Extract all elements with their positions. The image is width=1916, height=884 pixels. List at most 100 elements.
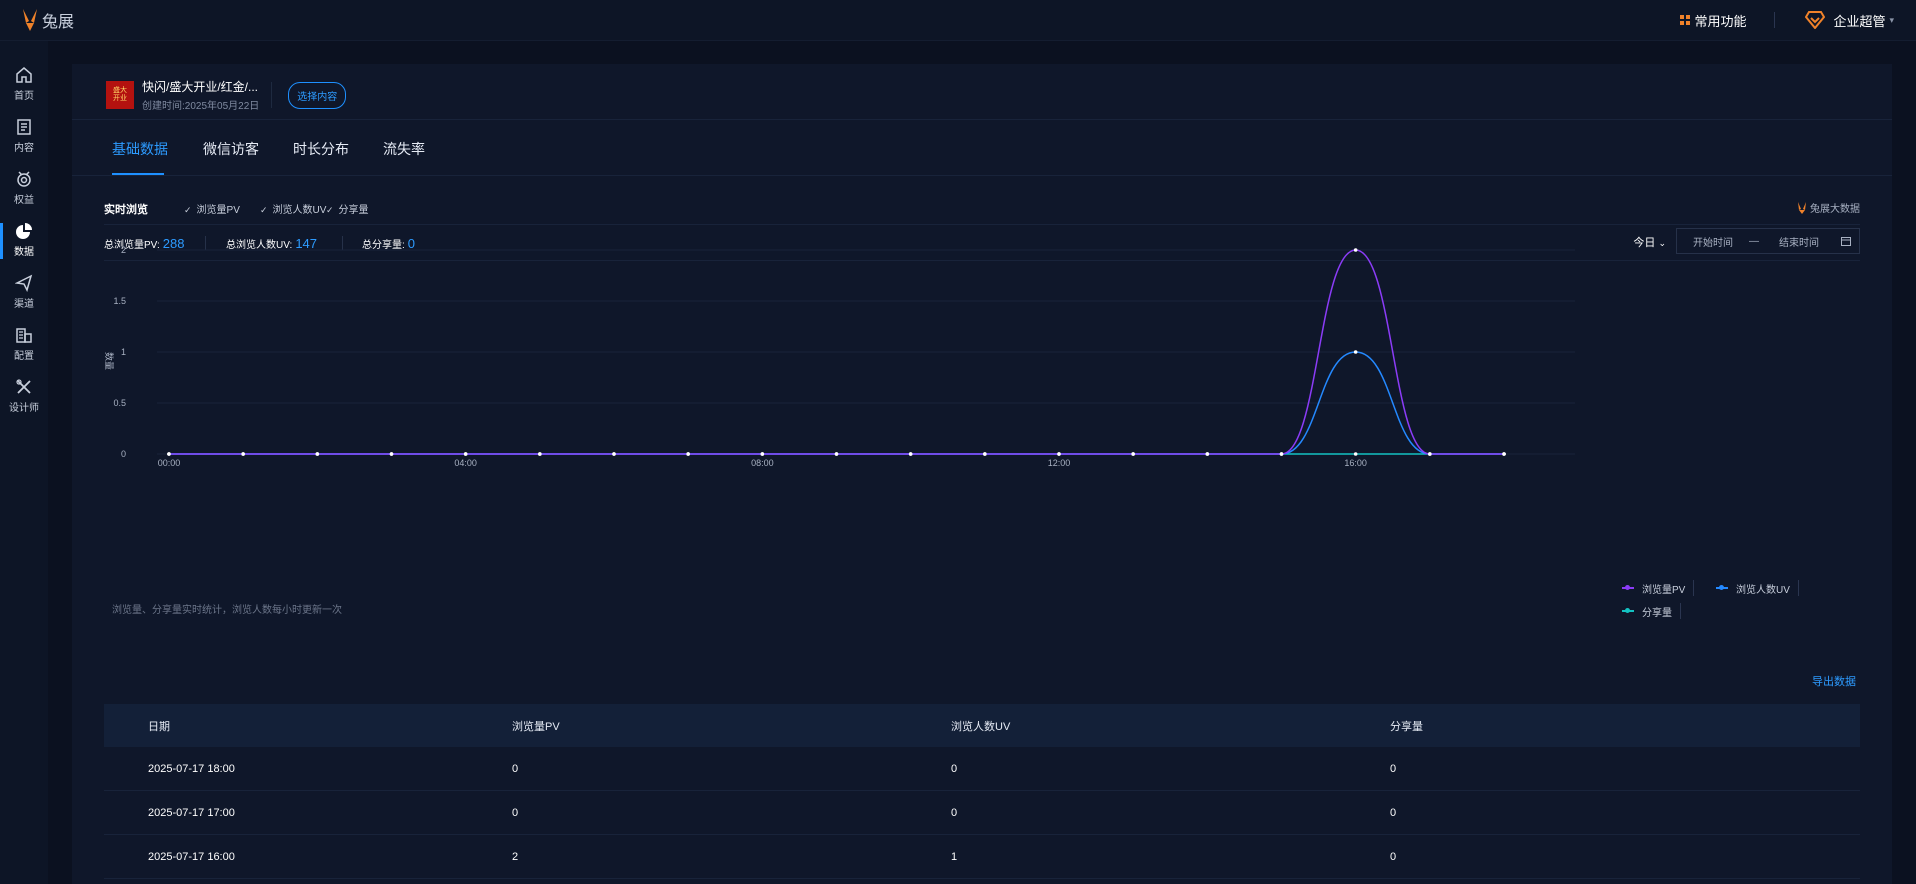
data-point: [241, 452, 245, 456]
table-row: 2025-07-17 17:00 0 0 0: [104, 791, 1860, 835]
data-point: [538, 452, 542, 456]
table-cell: 0: [951, 762, 958, 775]
column-header: 分享量: [1390, 720, 1423, 733]
data-point: [1353, 452, 1358, 456]
y-tick-label: 0: [121, 449, 126, 459]
legend-label: 浏览人数UV: [1736, 584, 1790, 596]
y-tick-label: 1.5: [113, 296, 126, 306]
data-point: [760, 452, 765, 456]
sidebar-item-label: 设计师: [9, 403, 39, 414]
sidebar-item-channel[interactable]: 渠道: [0, 267, 48, 317]
data-point: [834, 452, 839, 456]
data-point: [463, 452, 468, 456]
data-point: [1502, 452, 1506, 456]
data-point: [1205, 452, 1210, 456]
realtime-line-chart: 0 0.5 1 1.5 2 数量 00:00 04:00 08:00 12:00 16:00: [103, 245, 1575, 468]
sidebar-item-label: 首页: [14, 91, 34, 102]
legend-item-share[interactable]: 分享量: [1622, 603, 1681, 619]
data-point: [686, 452, 690, 456]
data-point: [1279, 452, 1284, 456]
data-point: [983, 452, 987, 456]
table-row: 2025-07-17 16:00 2 1 0: [104, 835, 1860, 879]
sidebar-item-content[interactable]: 内容: [0, 111, 48, 161]
y-tick-label: 0.5: [113, 398, 126, 408]
user-role-label: 企业超管: [1833, 13, 1886, 29]
y-tick-label: 1: [121, 347, 126, 357]
grid-icon: [1680, 15, 1691, 25]
topbar-divider: [1774, 12, 1776, 28]
paper-plane-icon: [15, 274, 33, 292]
sidebar-item-designer[interactable]: 设计师: [0, 371, 48, 421]
table-cell: 0: [1390, 806, 1397, 819]
x-tick-label: 00:00: [158, 458, 181, 468]
sidebar-item-label: 数据: [14, 247, 34, 258]
diamond-icon: [1805, 11, 1826, 29]
data-point: [167, 452, 171, 456]
table-cell: 0: [512, 762, 519, 775]
column-header: 日期: [148, 720, 170, 733]
table-cell: 0: [1390, 850, 1397, 863]
sidebar-item-label: 权益: [14, 195, 34, 206]
data-point: [1353, 350, 1358, 354]
x-tick-label: 16:00: [1344, 458, 1367, 468]
data-point: [389, 452, 394, 456]
table-cell: 2: [512, 850, 519, 863]
table-cell: 0: [1390, 762, 1397, 775]
legend-label: 浏览量PV: [1642, 584, 1686, 596]
sidebar-item-home[interactable]: 首页: [0, 59, 48, 109]
sidebar-item-data[interactable]: 数据: [0, 215, 48, 265]
data-point: [1353, 248, 1358, 252]
sidebar-item-label: 渠道: [14, 299, 34, 310]
legend-line-icon: [1622, 608, 1634, 613]
common-functions-label: 常用功能: [1694, 13, 1747, 29]
home-icon: [16, 67, 32, 83]
table-cell: 0: [951, 806, 958, 819]
data-table: 日期 浏览量PV 浏览人数UV 分享量 2025-07-17 18:00 0 0…: [104, 704, 1860, 879]
sidebar: 首页 内容 权益 数据 渠道 配置 设计师: [0, 41, 48, 884]
medal-icon: [17, 171, 31, 187]
chart-hint: 浏览量、分享量实时统计，浏览人数每小时更新一次: [112, 605, 342, 616]
x-tick-label: 12:00: [1048, 458, 1071, 468]
building-icon: [16, 328, 32, 343]
main-panel: 盛大 开业 快闪/盛大开业/红金/... 创建时间:2025年05月22日 选择内…: [72, 64, 1892, 884]
common-functions-button[interactable]: 常用功能: [1680, 11, 1746, 30]
rabbit-logo-icon: [23, 9, 37, 31]
document-icon: [17, 119, 31, 135]
table-cell: 2025-07-17 18:00: [148, 762, 235, 775]
table-cell: 1: [951, 850, 958, 863]
data-point: [612, 452, 616, 456]
chevron-down-icon: ▾: [1889, 14, 1894, 25]
sidebar-item-benefits[interactable]: 权益: [0, 163, 48, 213]
sidebar-item-label: 配置: [14, 351, 34, 362]
legend-line-icon: [1716, 585, 1728, 590]
column-header: 浏览人数UV: [951, 720, 1011, 733]
table-row: 2025-07-17 18:00 0 0 0: [104, 747, 1860, 791]
sidebar-item-label: 内容: [14, 143, 34, 154]
sidebar-item-config[interactable]: 配置: [0, 319, 48, 369]
x-tick-label: 08:00: [751, 458, 774, 468]
user-menu-button[interactable]: 企业超管 ▾: [1805, 11, 1894, 30]
data-point: [315, 452, 320, 456]
pie-chart-icon: [16, 223, 32, 239]
legend-label: 分享量: [1642, 607, 1672, 619]
table-cell: 0: [512, 806, 519, 819]
table-cell: 2025-07-17 17:00: [148, 806, 235, 819]
table-cell: 2025-07-17 16:00: [148, 850, 235, 863]
column-header: 浏览量PV: [512, 720, 560, 733]
data-point: [1057, 452, 1061, 456]
table-header: 日期 浏览量PV 浏览人数UV 分享量: [104, 704, 1860, 747]
legend-item-uv[interactable]: 浏览人数UV: [1716, 580, 1799, 596]
brand-logo[interactable]: 兔展: [20, 6, 74, 34]
x-tick-label: 04:00: [454, 458, 477, 468]
data-point: [1428, 452, 1432, 456]
legend-item-pv[interactable]: 浏览量PV: [1622, 580, 1695, 596]
legend-line-icon: [1622, 585, 1634, 590]
y-tick-label: 2: [121, 245, 126, 255]
tools-icon: [16, 379, 31, 394]
brand-name: 兔展: [42, 12, 75, 31]
top-bar: 兔展 常用功能 企业超管 ▾: [0, 0, 1916, 41]
export-data-link[interactable]: 导出数据: [1812, 673, 1856, 689]
y-axis-label: 数量: [103, 352, 115, 370]
data-point: [908, 452, 913, 456]
data-point: [1131, 452, 1135, 456]
